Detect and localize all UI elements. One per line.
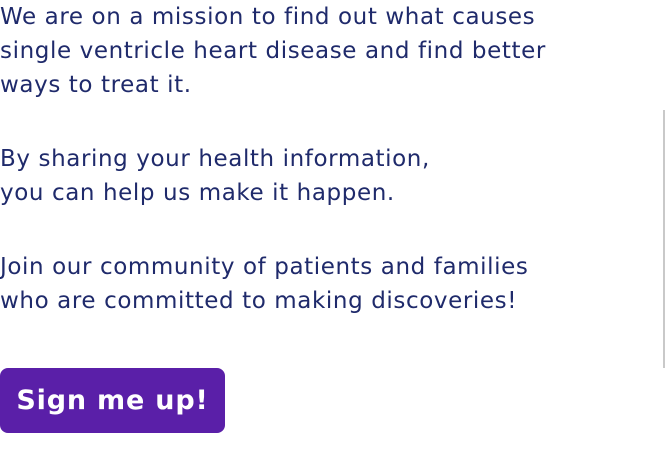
community-line: who are committed to making discoveries! (0, 288, 518, 314)
mission-paragraph: We are on a mission to find out what cau… (0, 0, 546, 102)
mission-line: We are on a mission to find out what cau… (0, 4, 536, 30)
community-paragraph: Join our community of patients and famil… (0, 250, 528, 318)
mission-line: ways to treat it. (0, 72, 192, 98)
mission-line: single ventricle heart disease and find … (0, 38, 546, 64)
sign-me-up-button[interactable]: Sign me up! (0, 368, 225, 433)
sharing-line: By sharing your health information, (0, 146, 430, 172)
community-line: Join our community of patients and famil… (0, 254, 529, 280)
sharing-paragraph: By sharing your health information, you … (0, 142, 430, 210)
sharing-line: you can help us make it happen. (0, 180, 395, 206)
